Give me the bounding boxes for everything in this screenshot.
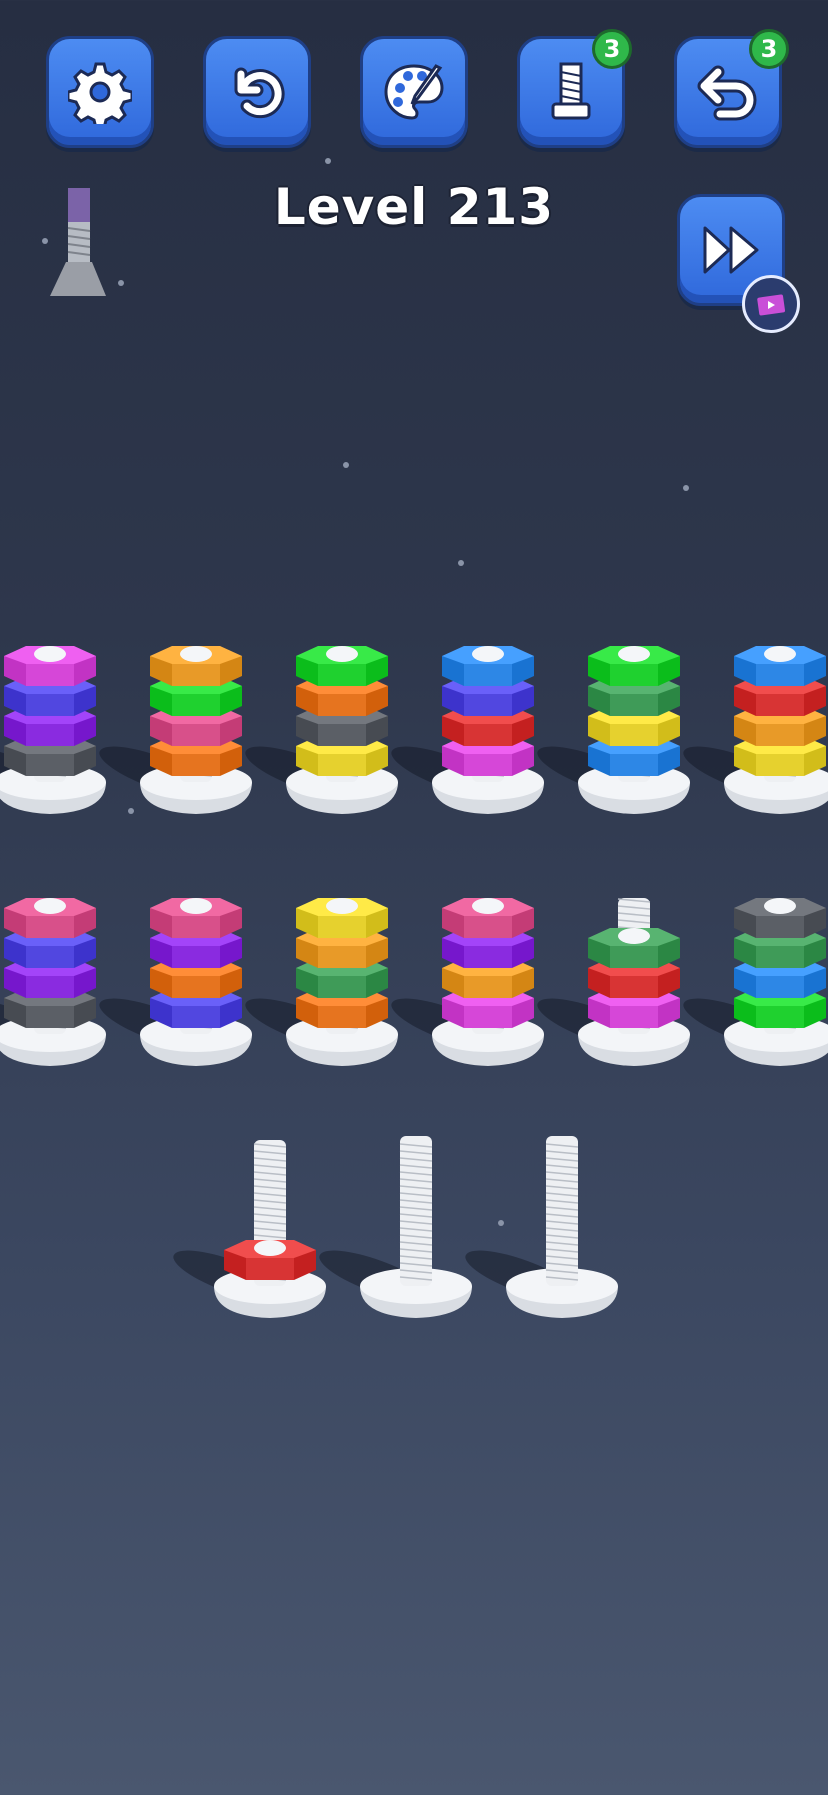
bolt-tip: [254, 1240, 286, 1256]
bolt-3-1[interactable]: [173, 1066, 335, 1326]
bolt-tip: [34, 646, 66, 662]
bolt-2-1[interactable]: [0, 814, 115, 1074]
extra-bolt-button[interactable]: 3: [517, 29, 632, 148]
background-star: [42, 238, 48, 244]
bolt-1-4[interactable]: [391, 562, 553, 822]
undo-icon: [697, 65, 757, 121]
bolt-icon: [551, 62, 591, 120]
bolt-1-2[interactable]: [99, 562, 261, 822]
bolt-tip: [618, 928, 650, 944]
settings-button[interactable]: [46, 36, 154, 148]
bolt-tip: [326, 646, 358, 662]
bolt-2-3[interactable]: [245, 814, 407, 1074]
background-star: [325, 158, 331, 164]
bolt-1-1[interactable]: [0, 562, 115, 822]
bolt-2-6[interactable]: [683, 814, 828, 1074]
bolt-tip: [326, 898, 358, 914]
bolt-tip: [34, 898, 66, 914]
background-star: [343, 462, 349, 468]
fast-forward-icon: [703, 226, 759, 274]
bolt-tip: [618, 646, 650, 662]
bolt-2-4[interactable]: [391, 814, 553, 1074]
bolt-3-3[interactable]: [465, 1066, 627, 1326]
background-star: [118, 280, 124, 286]
bolt-1-5[interactable]: [537, 562, 699, 822]
bolt-tip: [180, 646, 212, 662]
palette-icon: [384, 64, 444, 120]
bolt-count-badge: 3: [592, 29, 632, 69]
background-star: [683, 485, 689, 491]
video-ad-icon: [742, 275, 800, 333]
gear-icon: [68, 62, 132, 124]
restart-button[interactable]: [203, 36, 311, 148]
skip-level-button[interactable]: [677, 194, 800, 333]
bolt-3-2[interactable]: [319, 1066, 481, 1326]
bolt-1-6[interactable]: [683, 562, 828, 822]
restart-icon: [234, 67, 285, 119]
bolt-2-5[interactable]: [537, 814, 699, 1074]
theme-button[interactable]: [360, 36, 468, 148]
undo-count-badge: 3: [749, 29, 789, 69]
bolt-tip: [764, 898, 796, 914]
undo-button[interactable]: 3: [674, 29, 789, 148]
bolt-tip: [180, 898, 212, 914]
bolt-tip: [764, 646, 796, 662]
bolt-tip: [472, 898, 504, 914]
bolt-2-2[interactable]: [99, 814, 261, 1074]
bolt-1-3[interactable]: [245, 562, 407, 822]
bolt-tip: [472, 646, 504, 662]
